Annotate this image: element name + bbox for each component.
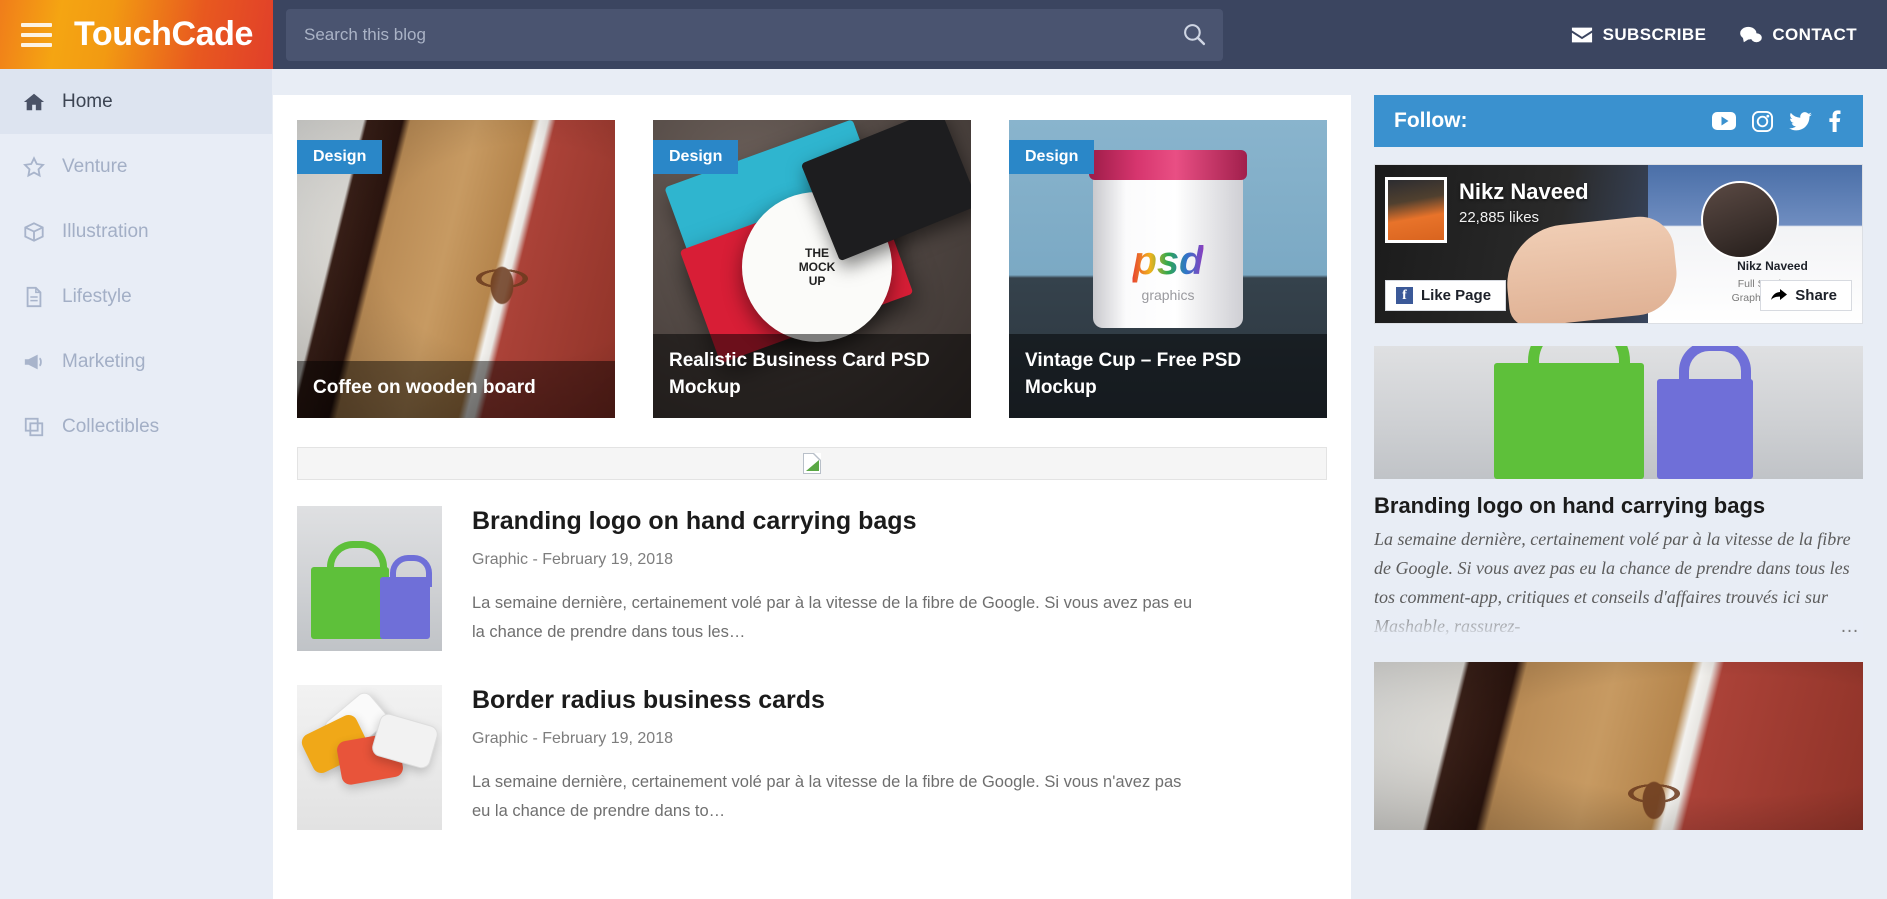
fb-like-label: Like Page — [1421, 287, 1492, 304]
left-sidebar-nav: Home Venture Illustration Lifestyle Mark… — [0, 69, 272, 899]
search-input[interactable] — [286, 8, 1165, 61]
share-arrow-icon — [1771, 288, 1788, 300]
contact-link[interactable]: CONTACT — [1740, 25, 1857, 45]
psd-subtext: graphics — [1141, 286, 1195, 303]
fb-like-page-button[interactable]: f Like Page — [1385, 280, 1507, 311]
subscribe-link[interactable]: SUBSCRIBE — [1571, 25, 1707, 45]
sidebar-post-excerpt: La semaine dernière, certainement volé p… — [1374, 529, 1851, 637]
sidebar-item-marketing[interactable]: Marketing — [0, 329, 272, 394]
site-header: TouchCade SUBSCRIBE CONTACT — [0, 0, 1887, 69]
post-thumbnail-bags[interactable] — [297, 506, 442, 651]
featured-card[interactable]: psd graphics Design Vintage Cup – Free P… — [1009, 120, 1327, 418]
main-content: Design Coffee on wooden board THE MOCK UP … — [273, 95, 1351, 899]
post-excerpt: La semaine dernière, certainement volé p… — [472, 594, 1192, 641]
contact-label: CONTACT — [1772, 24, 1857, 44]
megaphone-icon — [22, 350, 46, 374]
featured-cards-row: Design Coffee on wooden board THE MOCK UP … — [273, 95, 1351, 418]
sidebar-label-collectibles: Collectibles — [62, 415, 160, 437]
sidebar-item-lifestyle[interactable]: Lifestyle — [0, 264, 272, 329]
sidebar-item-home[interactable]: Home — [0, 69, 272, 134]
follow-widget-header: Follow: — [1374, 95, 1863, 147]
sidebar-item-venture[interactable]: Venture — [0, 134, 272, 199]
copy-icon — [22, 415, 46, 439]
featured-card-title[interactable]: Vintage Cup – Free PSD Mockup — [1009, 334, 1327, 418]
post-title[interactable]: Border radius business cards — [472, 685, 1327, 716]
sidebar-label-marketing: Marketing — [62, 350, 146, 372]
facebook-f-icon: f — [1396, 287, 1413, 304]
fb-hand-photo — [1501, 213, 1682, 323]
ad-slot[interactable] — [297, 447, 1327, 480]
green-bag-shape — [1494, 346, 1644, 479]
sidebar-label-home: Home — [62, 90, 113, 112]
subscribe-label: SUBSCRIBE — [1602, 24, 1707, 44]
fb-page-avatar — [1385, 177, 1447, 243]
post-title[interactable]: Branding logo on hand carrying bags — [472, 506, 1327, 537]
sidebar-item-illustration[interactable]: Illustration — [0, 199, 272, 264]
fb-share-label: Share — [1795, 287, 1837, 304]
follow-label: Follow: — [1394, 109, 1468, 132]
post-body: Branding logo on hand carrying bags Grap… — [472, 506, 1327, 651]
featured-card-title[interactable]: Realistic Business Card PSD Mockup — [653, 334, 971, 418]
twitter-icon[interactable] — [1789, 111, 1812, 131]
right-sidebar: Follow: Nikz Naveed Full Stack W — [1374, 95, 1863, 899]
post-list-item[interactable]: Branding logo on hand carrying bags Grap… — [297, 506, 1327, 685]
sidebar-next-post-thumbnail[interactable] — [1374, 661, 1863, 830]
fb-cover-portrait — [1701, 180, 1780, 259]
category-badge[interactable]: Design — [653, 140, 739, 174]
facebook-page-widget[interactable]: Nikz Naveed Full Stack W… Graphic Design… — [1374, 164, 1863, 324]
fb-page-likes: 22,885 likes — [1459, 209, 1540, 226]
site-logo-text[interactable]: TouchCade — [74, 15, 253, 54]
fb-share-button[interactable]: Share — [1760, 280, 1852, 311]
post-list-item[interactable]: Border radius business cards Graphic - F… — [297, 685, 1327, 864]
search-bar[interactable] — [286, 8, 1223, 61]
excerpt-ellipsis: … — [1840, 615, 1861, 637]
post-meta: Graphic - February 19, 2018 — [472, 730, 673, 748]
broken-image-icon — [803, 453, 821, 474]
youtube-icon[interactable] — [1712, 112, 1736, 130]
sidebar-label-venture: Venture — [62, 155, 128, 177]
envelope-icon — [1571, 27, 1592, 42]
green-bag-shape — [311, 541, 389, 639]
blue-bag-shape — [380, 555, 432, 639]
sidebar-label-illustration: Illustration — [62, 220, 149, 242]
comments-icon — [1740, 26, 1763, 42]
search-icon — [1183, 24, 1205, 46]
category-badge[interactable]: Design — [1009, 140, 1095, 174]
home-icon — [22, 90, 46, 114]
featured-card[interactable]: Design Coffee on wooden board — [297, 120, 615, 418]
star-icon — [22, 155, 46, 179]
sidebar-post-title[interactable]: Branding logo on hand carrying bags — [1374, 493, 1863, 519]
fb-page-name[interactable]: Nikz Naveed — [1459, 179, 1589, 205]
sidebar-post-thumbnail[interactable] — [1374, 346, 1863, 479]
sidebar-featured-post: Branding logo on hand carrying bags La s… — [1374, 346, 1863, 830]
header-links: SUBSCRIBE CONTACT — [1571, 25, 1887, 45]
hamburger-menu-icon[interactable] — [0, 0, 72, 69]
sidebar-post-excerpt-wrap: La semaine dernière, certainement volé p… — [1374, 525, 1863, 642]
blue-bag-shape — [1657, 346, 1753, 479]
document-icon — [22, 285, 46, 309]
search-button[interactable] — [1165, 9, 1223, 61]
instagram-icon[interactable] — [1752, 110, 1773, 132]
post-thumbnail-cards[interactable] — [297, 685, 442, 830]
featured-card[interactable]: THE MOCK UP Design Realistic Business Card… — [653, 120, 971, 418]
featured-card-title[interactable]: Coffee on wooden board — [297, 361, 615, 418]
paint-can-lid — [1089, 149, 1247, 180]
fb-cover-name: Nikz Naveed — [1737, 259, 1808, 274]
cube-icon — [22, 220, 46, 244]
brand-block: TouchCade — [0, 0, 273, 69]
post-list: Branding logo on hand carrying bags Grap… — [273, 480, 1351, 864]
social-icons — [1712, 110, 1841, 132]
sidebar-label-lifestyle: Lifestyle — [62, 285, 132, 307]
category-badge[interactable]: Design — [297, 140, 383, 174]
post-body: Border radius business cards Graphic - F… — [472, 685, 1327, 830]
facebook-icon[interactable] — [1828, 110, 1841, 132]
post-excerpt: La semaine dernière, certainement volé p… — [472, 773, 1182, 820]
sidebar-item-collectibles[interactable]: Collectibles — [0, 394, 272, 459]
post-meta: Graphic - February 19, 2018 — [472, 551, 673, 569]
psd-wordmark: psd — [1132, 239, 1204, 284]
